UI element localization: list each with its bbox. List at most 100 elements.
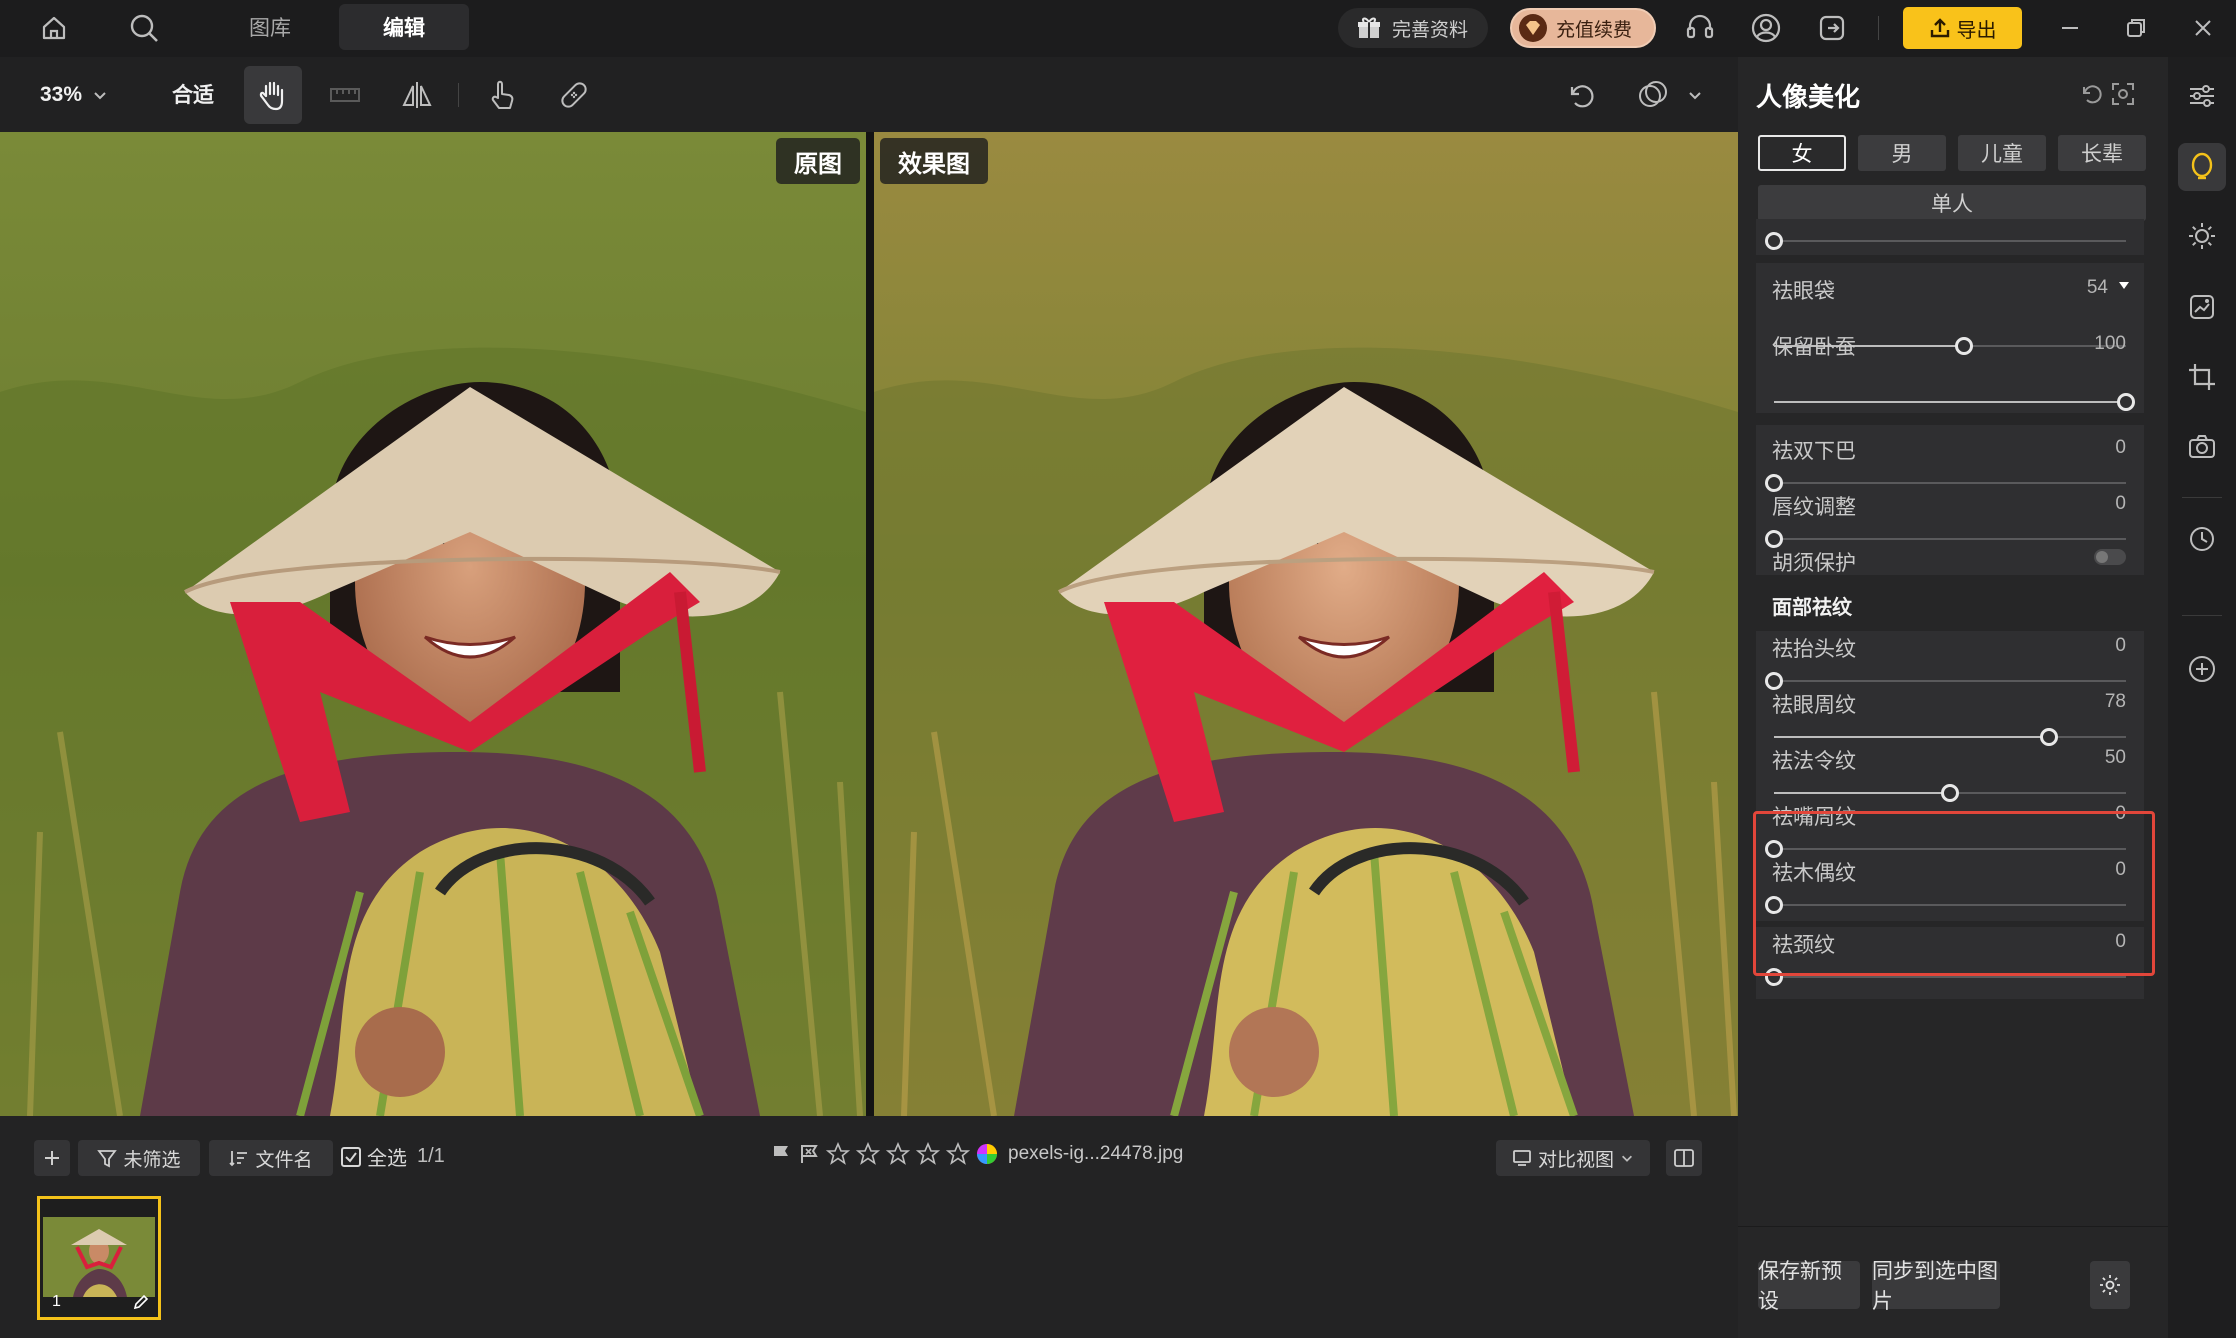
upload-icon [1929,17,1951,39]
hand-tool-icon[interactable] [244,66,302,124]
slider-value[interactable]: 0 [2115,493,2126,515]
effect-photo[interactable]: 效果图 [874,132,1738,1116]
filename: pexels-ig...24478.jpg [1008,1143,1184,1164]
beard-protect-toggle[interactable] [2094,549,2126,565]
history-icon[interactable] [2178,515,2226,563]
slider-thumb[interactable] [2117,393,2135,411]
image-effect-icon[interactable] [2178,283,2226,331]
slider-track[interactable] [1765,474,2126,492]
slider-value[interactable]: 50 [2105,747,2126,769]
slider-track[interactable] [1765,530,2126,548]
account-icon[interactable] [1748,10,1784,46]
save-preset-button[interactable]: 保存新预设 [1758,1260,1860,1313]
slider-track[interactable] [1774,728,2126,746]
checkbox-checked-icon [341,1146,361,1167]
portrait-face-icon[interactable] [2178,143,2226,191]
slider-value[interactable]: 100 [2094,333,2126,355]
complete-profile-button[interactable]: 完善资料 [1338,8,1488,48]
tab-child[interactable]: 儿童 [1958,135,2046,171]
split-view-icon[interactable] [1666,1140,1702,1176]
settings-gear-icon[interactable] [2090,1261,2130,1309]
vip-recharge-button[interactable]: 充值续费 [1510,8,1656,48]
touch-select-icon[interactable] [473,66,531,124]
flip-icon[interactable] [388,66,446,124]
crop-icon[interactable] [2178,353,2226,401]
color-label-icon[interactable] [976,1143,998,1165]
tab-male[interactable]: 男 [1858,135,1946,171]
select-all-label: 全选 [367,1148,407,1170]
chevron-down-icon [92,87,108,103]
filter-button[interactable]: 未筛选 [78,1140,200,1176]
reset-icon[interactable] [2078,81,2104,107]
fullscreen-scan-icon[interactable] [2110,81,2136,107]
diamond-icon [1518,13,1548,43]
overlay-compare-icon[interactable] [1624,66,1682,124]
slider-track[interactable] [1774,784,2126,802]
slider-value[interactable]: 0 [2115,635,2126,657]
bandage-repair-icon[interactable] [545,66,603,124]
tab-female[interactable]: 女 [1758,135,1846,171]
slider-thumb[interactable] [1765,232,1783,250]
filter-label: 未筛选 [123,1149,181,1171]
brightness-icon[interactable] [2178,212,2226,260]
view-mode-select[interactable]: 对比视图 [1496,1140,1650,1176]
original-photo[interactable]: 原图 [0,132,866,1116]
slider-track[interactable] [1774,393,2135,411]
slider-value[interactable]: 54 [2087,277,2108,299]
slider-thumb[interactable] [1955,337,1974,355]
logout-icon[interactable] [1814,10,1850,46]
slider-thumb[interactable] [2039,728,2058,746]
slider-thumb[interactable] [1765,530,1783,548]
star-icon[interactable] [916,1142,940,1166]
sync-selected-button[interactable]: 同步到选中图片 [1872,1260,2000,1313]
search-icon[interactable] [126,10,162,46]
flag-reject-icon[interactable] [798,1143,820,1165]
restore-window-icon[interactable] [2118,10,2154,46]
portrait-image-retouched [874,132,1738,1116]
star-icon[interactable] [886,1142,910,1166]
slider-thumb[interactable] [1941,784,1959,802]
slider-thumb[interactable] [1765,474,1783,492]
star-icon[interactable] [856,1142,880,1166]
divider [1878,16,1879,40]
vip-recharge-label: 充值续费 [1556,19,1633,41]
tab-elder[interactable]: 长辈 [2058,135,2146,171]
tab-library[interactable]: 图库 [205,4,335,50]
single-person-select[interactable]: 单人 [1758,185,2146,221]
adjust-sliders-icon[interactable] [2178,72,2226,120]
flag-pick-icon[interactable] [770,1143,792,1165]
slider-list[interactable]: 祛眼袋 54 保留卧蚕 100 祛双下巴 0 唇纹调整 0 胡须保护 面部祛纹 … [1756,219,2146,1224]
chevron-down-icon [1620,1151,1634,1165]
slider-value[interactable]: 0 [2115,437,2126,459]
slider-track[interactable] [1765,968,2126,986]
add-icon[interactable] [34,1140,70,1176]
caret-down-icon[interactable] [2118,281,2130,291]
minimize-icon[interactable] [2052,10,2088,46]
select-all-checkbox[interactable]: 全选 1/1 [341,1142,445,1171]
slider-value[interactable]: 78 [2105,691,2126,713]
star-icon[interactable] [946,1142,970,1166]
close-icon[interactable] [2185,10,2221,46]
sort-button[interactable]: 文件名 [209,1140,333,1176]
portrait-image [0,132,866,1116]
chevron-down-icon[interactable] [1687,87,1703,103]
slider-label: 祛法令纹 [1772,750,1856,773]
star-icon[interactable] [826,1142,850,1166]
portrait-beauty-panel: 人像美化 女 男 儿童 长辈 单人 祛眼袋 54 保留卧蚕 100 祛双下巴 0… [1738,57,2168,1338]
zoom-select[interactable]: 33% [40,79,108,111]
tab-edit[interactable]: 编辑 [339,4,469,50]
camera-icon[interactable] [2178,423,2226,471]
undo-icon[interactable] [1552,66,1610,124]
thumbnail[interactable]: 1 [37,1196,161,1320]
slider-track[interactable] [1765,232,2126,250]
support-headset-icon[interactable] [1682,10,1718,46]
export-button[interactable]: 导出 [1903,7,2022,49]
slider-track[interactable] [1765,672,2126,690]
card-chin-lips: 祛双下巴 0 唇纹调整 0 胡须保护 [1756,425,2144,575]
home-icon[interactable] [36,10,72,46]
compare-divider[interactable] [866,132,874,1116]
slider-thumb[interactable] [1765,672,1783,690]
ruler-icon[interactable] [316,66,374,124]
fit-button[interactable]: 合适 [172,79,214,109]
add-circle-icon[interactable] [2178,645,2226,693]
